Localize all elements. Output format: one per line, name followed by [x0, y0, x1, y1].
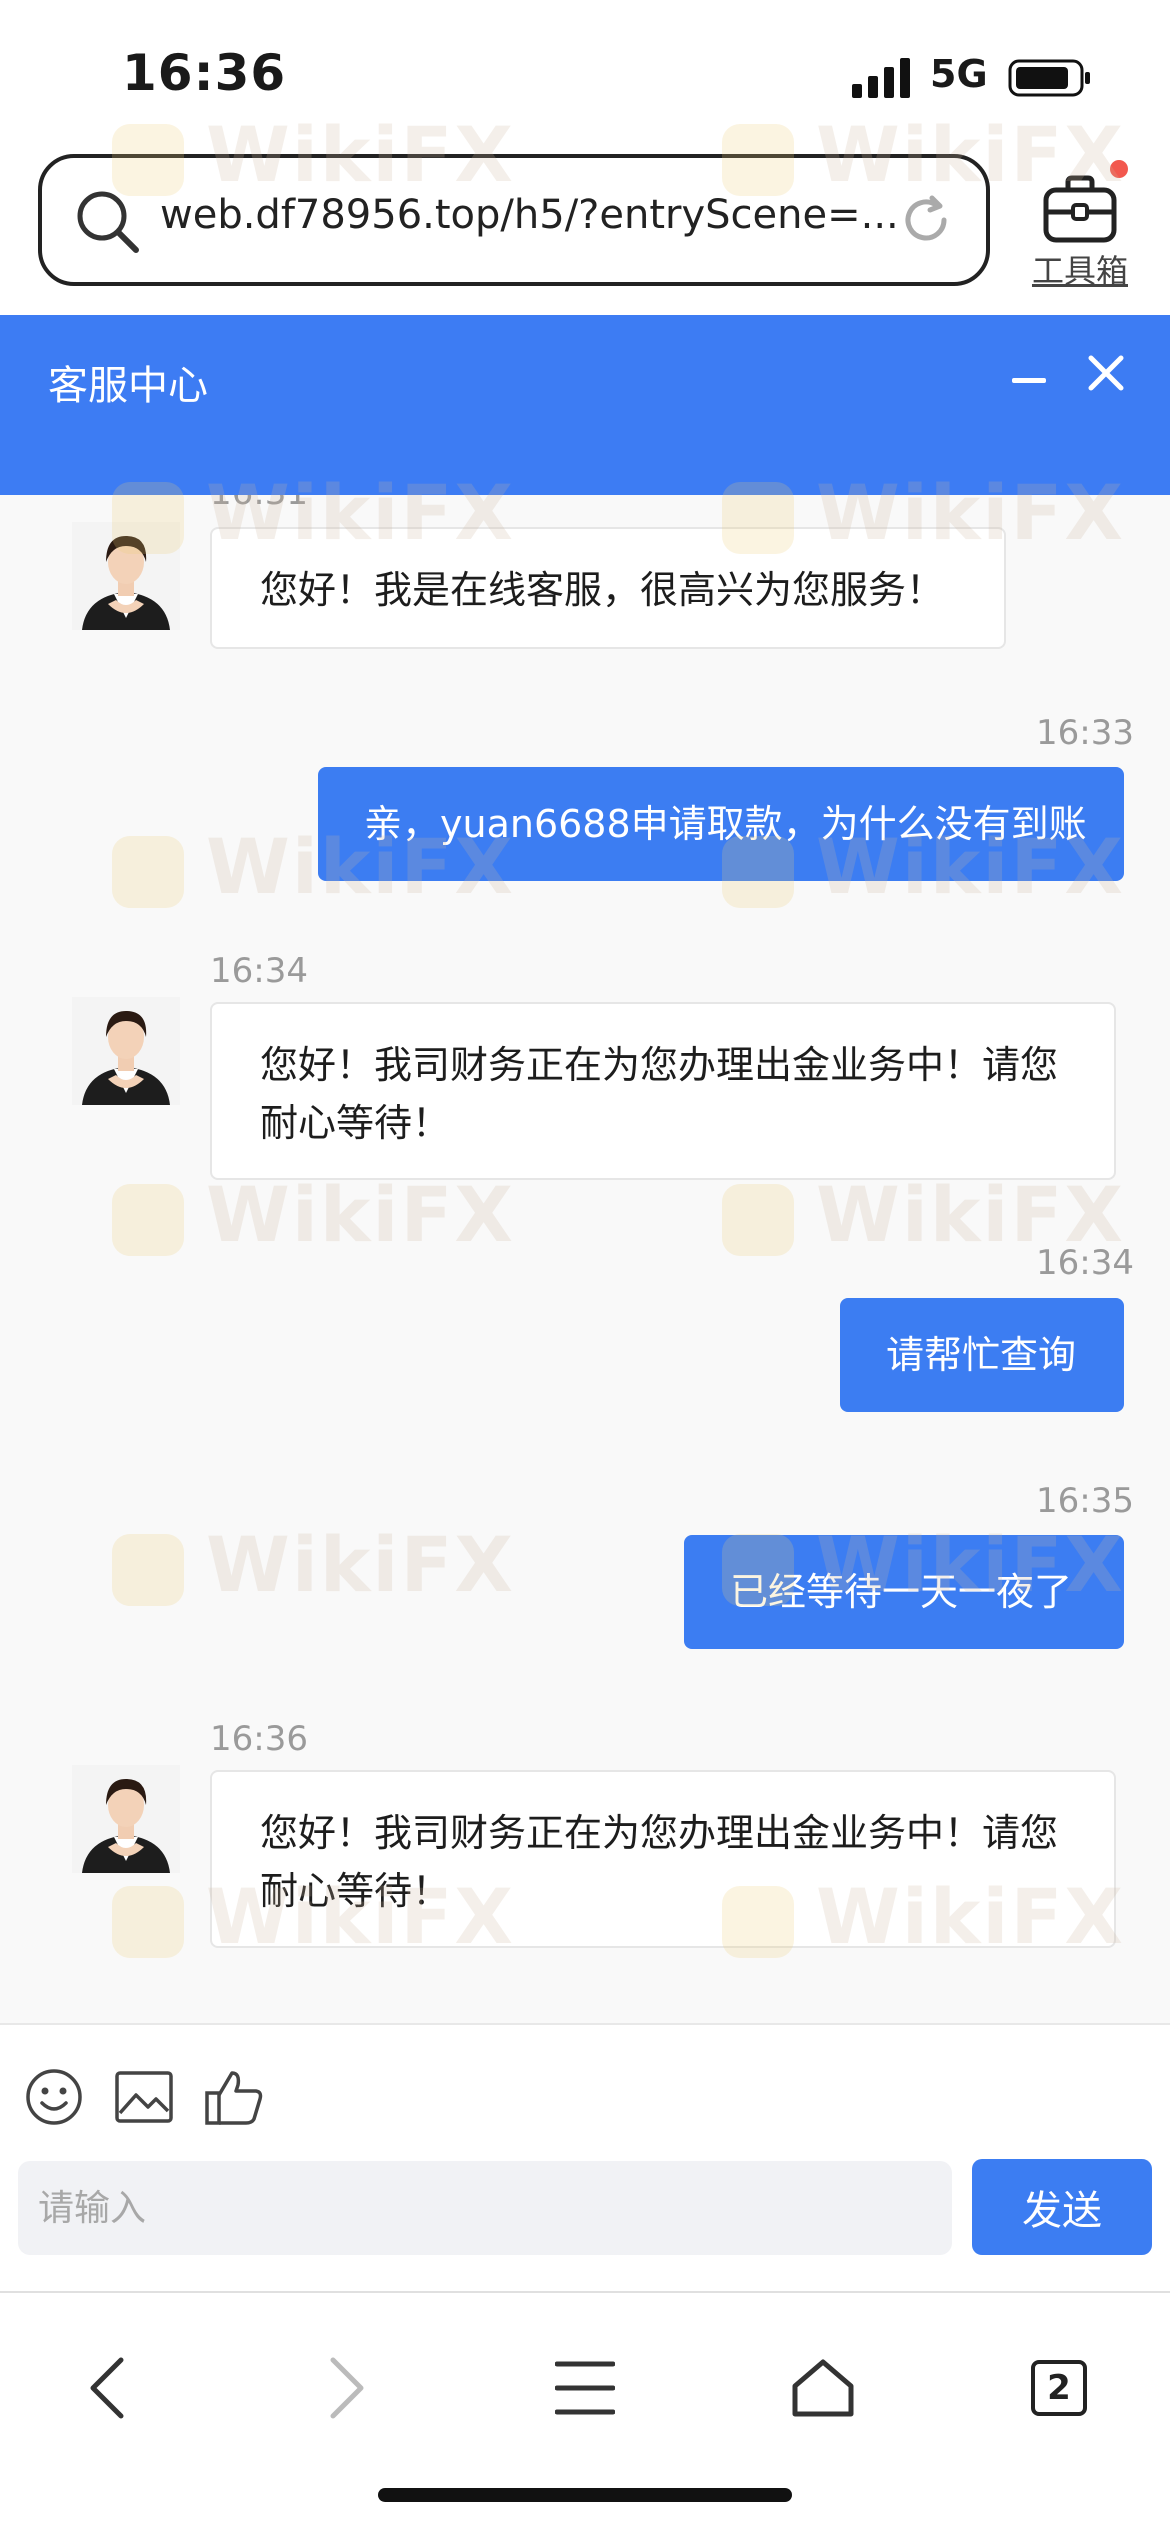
home-indicator — [378, 2488, 792, 2502]
incoming-message-bubble: 您好！我司财务正在为您办理出金业务中！请您耐心等待！ — [210, 1770, 1116, 1948]
address-bar[interactable]: web.df78956.top/h5/?entryScene=... — [38, 154, 990, 286]
outgoing-message-bubble: 亲，yuan6688申请取款，为什么没有到账 — [318, 767, 1124, 881]
agent-avatar-image — [72, 522, 180, 630]
status-bar: 16:36 5G — [0, 0, 1170, 150]
network-type: 5G — [930, 52, 988, 96]
back-chevron-icon — [90, 2357, 124, 2419]
agent-avatar — [72, 997, 180, 1105]
agent-avatar-image — [72, 1765, 180, 1873]
chat-header: 客服中心 — [0, 315, 1170, 495]
forward-chevron-icon — [330, 2357, 364, 2419]
minimize-button[interactable] — [1012, 365, 1046, 395]
home-button[interactable] — [778, 2343, 868, 2433]
menu-button[interactable] — [540, 2343, 630, 2433]
outgoing-message-bubble: 已经等待一天一夜了 — [684, 1535, 1124, 1649]
outgoing-message-bubble: 请帮忙查询 — [840, 1298, 1124, 1412]
status-time: 16:36 — [122, 44, 287, 102]
home-icon — [792, 2359, 854, 2417]
message-time: 16:35 — [1036, 1481, 1134, 1521]
message-time: 16:34 — [1036, 1243, 1134, 1283]
message-time: 16:36 — [210, 1719, 308, 1759]
search-icon — [77, 191, 139, 253]
tabs-count: 2 — [1047, 2368, 1071, 2408]
toolbox-label: 工具箱 — [1031, 252, 1128, 290]
tabs-button[interactable]: 2 — [1014, 2343, 1104, 2433]
battery-icon — [1008, 59, 1090, 97]
incoming-message-bubble: 您好！我是在线客服，很高兴为您服务！ — [210, 527, 1006, 649]
incoming-message-bubble: 您好！我司财务正在为您办理出金业务中！请您耐心等待！ — [210, 1002, 1116, 1180]
reload-icon[interactable] — [896, 190, 956, 250]
tabs-icon: 2 — [1031, 2360, 1087, 2416]
chat-title: 客服中心 — [48, 363, 208, 409]
emoji-icon[interactable] — [24, 2067, 84, 2127]
thumbs-up-icon[interactable] — [204, 2067, 266, 2127]
agent-avatar — [72, 1765, 180, 1873]
forward-button[interactable] — [302, 2343, 392, 2433]
image-icon[interactable] — [114, 2067, 174, 2127]
send-button[interactable]: 发送 — [972, 2159, 1152, 2255]
message-composer: 发送 — [0, 2023, 1170, 2291]
url-text[interactable]: web.df78956.top/h5/?entryScene=... — [160, 192, 899, 238]
message-time: 16:31 — [210, 495, 308, 513]
toolbox-button[interactable]: 工具箱 — [1018, 160, 1142, 290]
close-icon[interactable] — [1088, 355, 1124, 391]
message-list[interactable]: 16:31 您好！我是在线客服，很高兴为您服务！ 16:33 亲，yuan668… — [0, 495, 1170, 2023]
message-time: 16:34 — [210, 951, 308, 991]
notification-badge — [1110, 160, 1128, 178]
menu-icon — [555, 2361, 615, 2415]
back-button[interactable] — [62, 2343, 152, 2433]
message-input[interactable] — [18, 2161, 952, 2255]
agent-avatar-image — [72, 997, 180, 1105]
message-time: 16:33 — [1036, 713, 1134, 753]
toolbox-icon — [1043, 175, 1117, 243]
cellular-signal-icon — [852, 58, 910, 98]
agent-avatar — [72, 522, 180, 630]
